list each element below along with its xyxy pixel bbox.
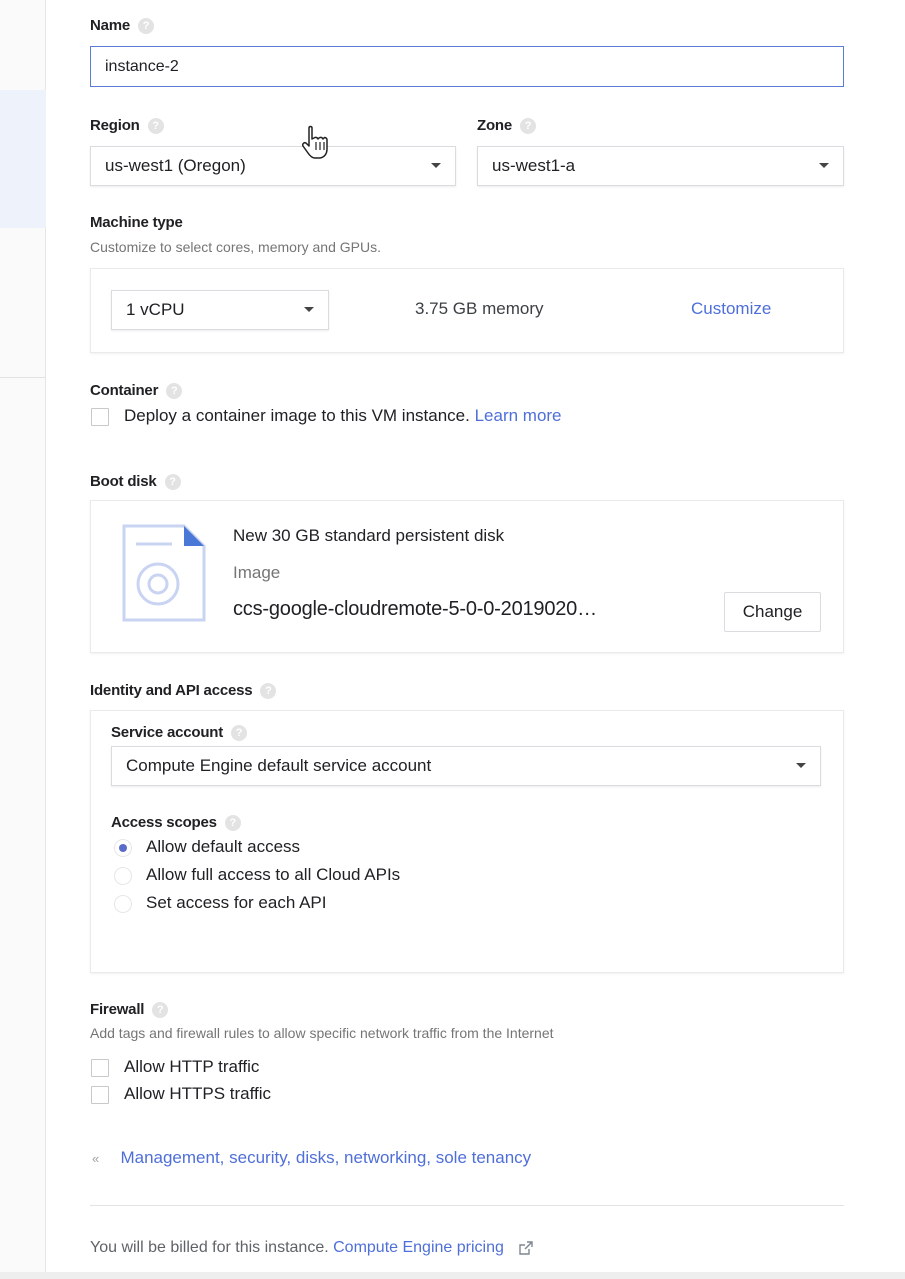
billing-note: You will be billed for this instance. Co…	[90, 1239, 534, 1257]
left-nav-divider	[0, 377, 46, 378]
management-expander[interactable]: « Management, security, disks, networkin…	[92, 1148, 531, 1168]
https-traffic-checkbox[interactable]	[91, 1086, 109, 1104]
dropdown-caret-icon	[796, 763, 806, 768]
help-icon[interactable]	[231, 725, 248, 742]
identity-label: Identity and API access	[90, 682, 277, 700]
container-label: Container	[90, 382, 183, 400]
firewall-sublabel: Add tags and firewall rules to allow spe…	[90, 1025, 554, 1041]
disk-image-icon	[122, 524, 206, 622]
customize-link[interactable]: Customize	[691, 299, 771, 319]
http-traffic-checkbox[interactable]	[91, 1059, 109, 1077]
service-account-value: Compute Engine default service account	[126, 756, 432, 775]
management-link[interactable]: Management, security, disks, networking,…	[120, 1148, 531, 1167]
help-icon[interactable]	[164, 474, 181, 491]
billing-text: You will be billed for this instance.	[90, 1239, 329, 1256]
container-checkbox[interactable]	[91, 408, 109, 426]
left-nav-selected-block	[0, 90, 46, 228]
expand-chevrons-icon: «	[92, 1150, 100, 1166]
region-select[interactable]: us-west1 (Oregon)	[90, 146, 456, 186]
dropdown-caret-icon	[304, 307, 314, 312]
help-icon[interactable]	[138, 18, 155, 35]
boot-disk-label: Boot disk	[90, 473, 181, 491]
dropdown-caret-icon	[431, 163, 441, 168]
window-bottom-bar	[0, 1272, 905, 1279]
help-icon[interactable]	[147, 118, 164, 135]
scope-radio-default[interactable]	[114, 839, 132, 857]
help-icon[interactable]	[152, 1002, 169, 1019]
region-select-value: us-west1 (Oregon)	[105, 156, 246, 175]
service-account-label: Service account	[111, 724, 248, 742]
hand-pointer-cursor	[302, 125, 328, 159]
change-boot-disk-button[interactable]: Change	[724, 592, 821, 632]
scope-radio-each-api[interactable]	[114, 895, 132, 913]
machine-type-sublabel: Customize to select cores, memory and GP…	[90, 239, 381, 255]
pricing-link[interactable]: Compute Engine pricing	[333, 1239, 504, 1256]
boot-disk-image-name: ccs-google-cloudremote-5-0-0-2019020…	[233, 598, 597, 620]
region-label: Region	[90, 117, 164, 135]
boot-disk-image-label: Image	[233, 563, 281, 582]
learn-more-link[interactable]: Learn more	[475, 406, 562, 425]
help-icon[interactable]	[260, 683, 277, 700]
zone-select[interactable]: us-west1-a	[477, 146, 844, 186]
name-label: Name	[90, 17, 155, 35]
firewall-label: Firewall	[90, 1001, 169, 1019]
external-link-icon[interactable]	[518, 1240, 534, 1256]
scope-radio-full[interactable]	[114, 867, 132, 885]
footer-divider	[90, 1205, 844, 1206]
name-input[interactable]	[90, 46, 844, 87]
left-nav-rail	[0, 0, 46, 1279]
scope-label-each-api: Set access for each API	[146, 893, 327, 912]
http-traffic-label: Allow HTTP traffic	[124, 1057, 260, 1076]
cpu-select[interactable]: 1 vCPU	[111, 290, 329, 330]
scope-label-full: Allow full access to all Cloud APIs	[146, 865, 401, 884]
access-scopes-label: Access scopes	[111, 814, 241, 832]
scope-label-default: Allow default access	[146, 837, 301, 856]
help-icon[interactable]	[224, 815, 241, 832]
machine-type-label: Machine type	[90, 214, 183, 231]
service-account-select[interactable]: Compute Engine default service account	[111, 746, 821, 786]
https-traffic-label: Allow HTTPS traffic	[124, 1084, 272, 1103]
cpu-select-value: 1 vCPU	[126, 300, 185, 319]
help-icon[interactable]	[166, 383, 183, 400]
container-checkbox-label: Deploy a container image to this VM inst…	[124, 406, 562, 426]
memory-value: 3.75 GB memory	[415, 299, 544, 318]
container-checkbox-text: Deploy a container image to this VM inst…	[124, 406, 470, 425]
help-icon[interactable]	[520, 118, 537, 135]
boot-disk-title: New 30 GB standard persistent disk	[233, 526, 505, 545]
zone-label: Zone	[477, 117, 537, 135]
dropdown-caret-icon	[819, 163, 829, 168]
zone-select-value: us-west1-a	[492, 156, 576, 175]
